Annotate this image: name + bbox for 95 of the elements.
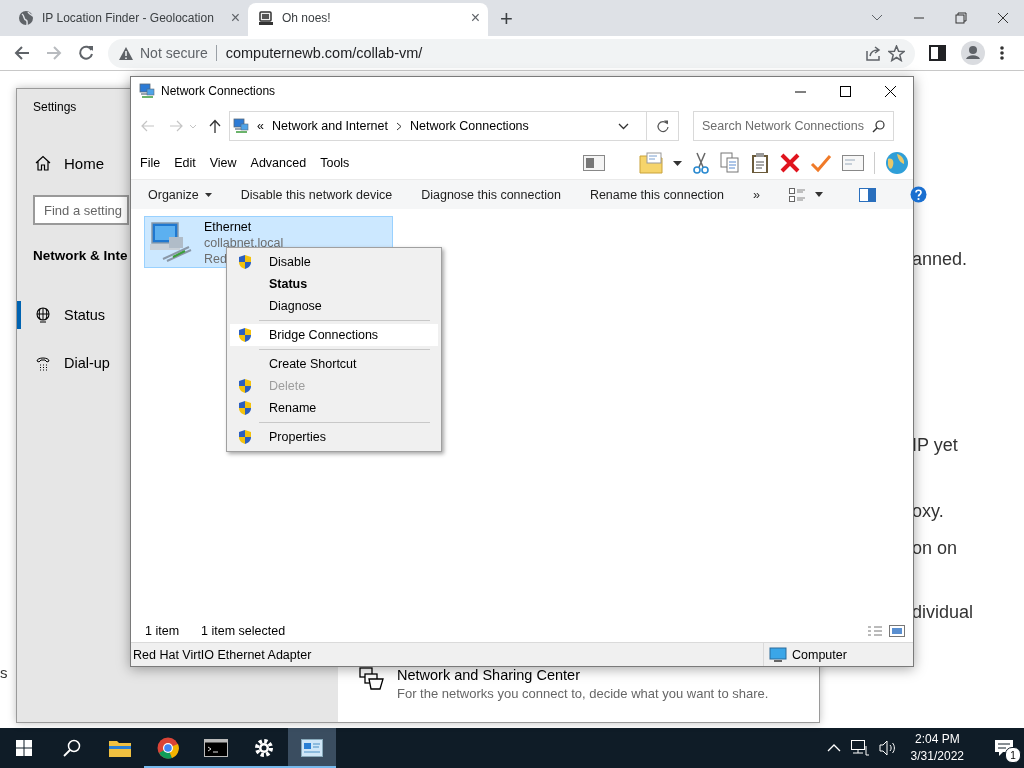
more-commands-button[interactable]: » — [753, 187, 760, 202]
clock[interactable]: 2:04 PM 3/31/2022 — [910, 731, 964, 765]
close-tab-button[interactable]: × — [230, 9, 240, 27]
address-bar[interactable]: Not secure computernewb.com/collab-vm/ — [108, 38, 915, 68]
nav-item[interactable]: Status — [17, 301, 129, 329]
up-arrow-icon[interactable] — [209, 119, 221, 133]
address-field[interactable]: « Network and Internet Network Connections — [229, 111, 679, 141]
profile-icon[interactable] — [961, 41, 985, 65]
back-icon[interactable] — [14, 45, 30, 61]
command-button[interactable]: Disable this network device — [240, 187, 393, 202]
settings-link[interactable]: Network and Sharing Center For the networks you connect to, decide what you want to share. — [359, 666, 819, 701]
network-window-icon — [301, 739, 323, 757]
computer-icon — [258, 10, 274, 26]
close-icon[interactable] — [997, 12, 1009, 24]
menu-item[interactable]: Status — [230, 273, 438, 295]
gear-icon — [254, 738, 274, 758]
paste-icon[interactable] — [750, 152, 770, 174]
network-connections-button[interactable] — [288, 728, 336, 768]
help-icon[interactable] — [909, 186, 927, 203]
close-icon[interactable] — [885, 85, 896, 97]
network-icon — [233, 118, 249, 134]
side-panel-icon[interactable] — [929, 45, 947, 61]
home-icon — [35, 155, 51, 171]
page-text: dividual — [912, 602, 974, 623]
menu-icon[interactable] — [999, 45, 1005, 61]
checkmark-icon[interactable] — [810, 153, 832, 173]
status-text: 1 item — [145, 624, 180, 638]
pane-toggle-icon[interactable] — [583, 155, 605, 171]
windows-logo-icon — [16, 740, 32, 756]
preview-pane-icon[interactable] — [858, 187, 876, 202]
caret-icon[interactable] — [814, 192, 823, 197]
globe-icon — [18, 10, 34, 26]
new-tab-button[interactable]: + — [500, 8, 513, 30]
copy-icon[interactable] — [720, 152, 740, 174]
globe-icon — [35, 307, 51, 323]
card-icon[interactable] — [842, 155, 864, 171]
chevron-down-icon[interactable] — [871, 14, 883, 22]
menu-item[interactable]: Properties — [230, 426, 438, 448]
volume-icon[interactable] — [878, 740, 897, 756]
refresh-icon[interactable] — [656, 119, 669, 133]
chevron-icon — [396, 121, 402, 131]
menu-bar-item[interactable]: View — [209, 156, 237, 170]
command-button[interactable]: Rename this connection — [589, 187, 724, 202]
page-text: s — [0, 664, 8, 681]
maximize-icon[interactable] — [840, 85, 851, 97]
view-options-icon[interactable] — [788, 187, 805, 202]
search-field[interactable]: Find a setting — [33, 195, 129, 225]
scissors-icon[interactable] — [692, 152, 710, 174]
adapter-name: Red Hat VirtIO Ethernet Adapter — [133, 647, 312, 662]
section-heading: Network & Inte — [33, 247, 128, 265]
home-nav-item[interactable]: Home — [33, 151, 104, 175]
network-icon[interactable] — [850, 740, 869, 756]
menu-bar-item[interactable]: Advanced — [250, 156, 307, 170]
terminal-icon — [204, 739, 228, 757]
menu-bar-item[interactable]: File — [140, 156, 161, 170]
folder-icon — [109, 739, 131, 757]
menu-bar-item[interactable]: Edit — [174, 156, 196, 170]
chevron-up-icon[interactable] — [826, 744, 841, 752]
page-text: IP yet — [912, 435, 958, 456]
caret-icon[interactable] — [673, 160, 682, 166]
menu-item[interactable]: Diagnose — [230, 295, 438, 317]
star-icon[interactable] — [888, 44, 905, 62]
menu-item[interactable]: Create Shortcut — [230, 353, 438, 375]
phone-icon — [35, 355, 51, 371]
url-text: computernewb.com/collab-vm/ — [225, 45, 424, 61]
reload-icon[interactable] — [78, 45, 94, 61]
command-button[interactable]: Organize — [148, 187, 212, 202]
restore-icon[interactable] — [955, 12, 967, 24]
network-icon — [139, 83, 155, 99]
menu-item[interactable]: Rename — [230, 397, 438, 419]
browser-tab[interactable]: Oh noes! × — [248, 3, 488, 36]
delete-icon[interactable] — [780, 153, 800, 173]
caret-icon[interactable] — [618, 122, 629, 130]
security-label[interactable]: Not secure — [140, 45, 217, 61]
browser-logo-icon — [157, 737, 179, 759]
monitor-icon — [769, 646, 787, 663]
search-icon — [63, 739, 81, 757]
close-tab-button[interactable]: × — [470, 9, 480, 27]
status-text: 1 item selected — [201, 624, 286, 638]
large-icons-view-icon[interactable] — [889, 625, 905, 637]
share-icon[interactable] — [865, 45, 882, 61]
menu-item[interactable]: Bridge Connections — [230, 324, 438, 346]
nav-item[interactable]: Dial-up — [17, 349, 129, 377]
notifications-button[interactable]: 1 — [984, 728, 1024, 768]
window-title: Network Connections — [161, 84, 276, 98]
warning-icon — [118, 45, 134, 61]
caret-icon — [204, 192, 212, 197]
page-text: anned. — [912, 249, 968, 270]
globe-icon[interactable] — [885, 151, 909, 175]
window-title: Settings — [33, 99, 77, 116]
location-label: Computer — [792, 647, 847, 662]
browser-tab[interactable]: IP Location Finder - Geolocation × — [8, 3, 248, 33]
command-button[interactable]: Diagnose this connection — [421, 187, 561, 202]
menu-bar-item[interactable]: Tools — [320, 156, 350, 170]
search-icon — [872, 120, 885, 133]
